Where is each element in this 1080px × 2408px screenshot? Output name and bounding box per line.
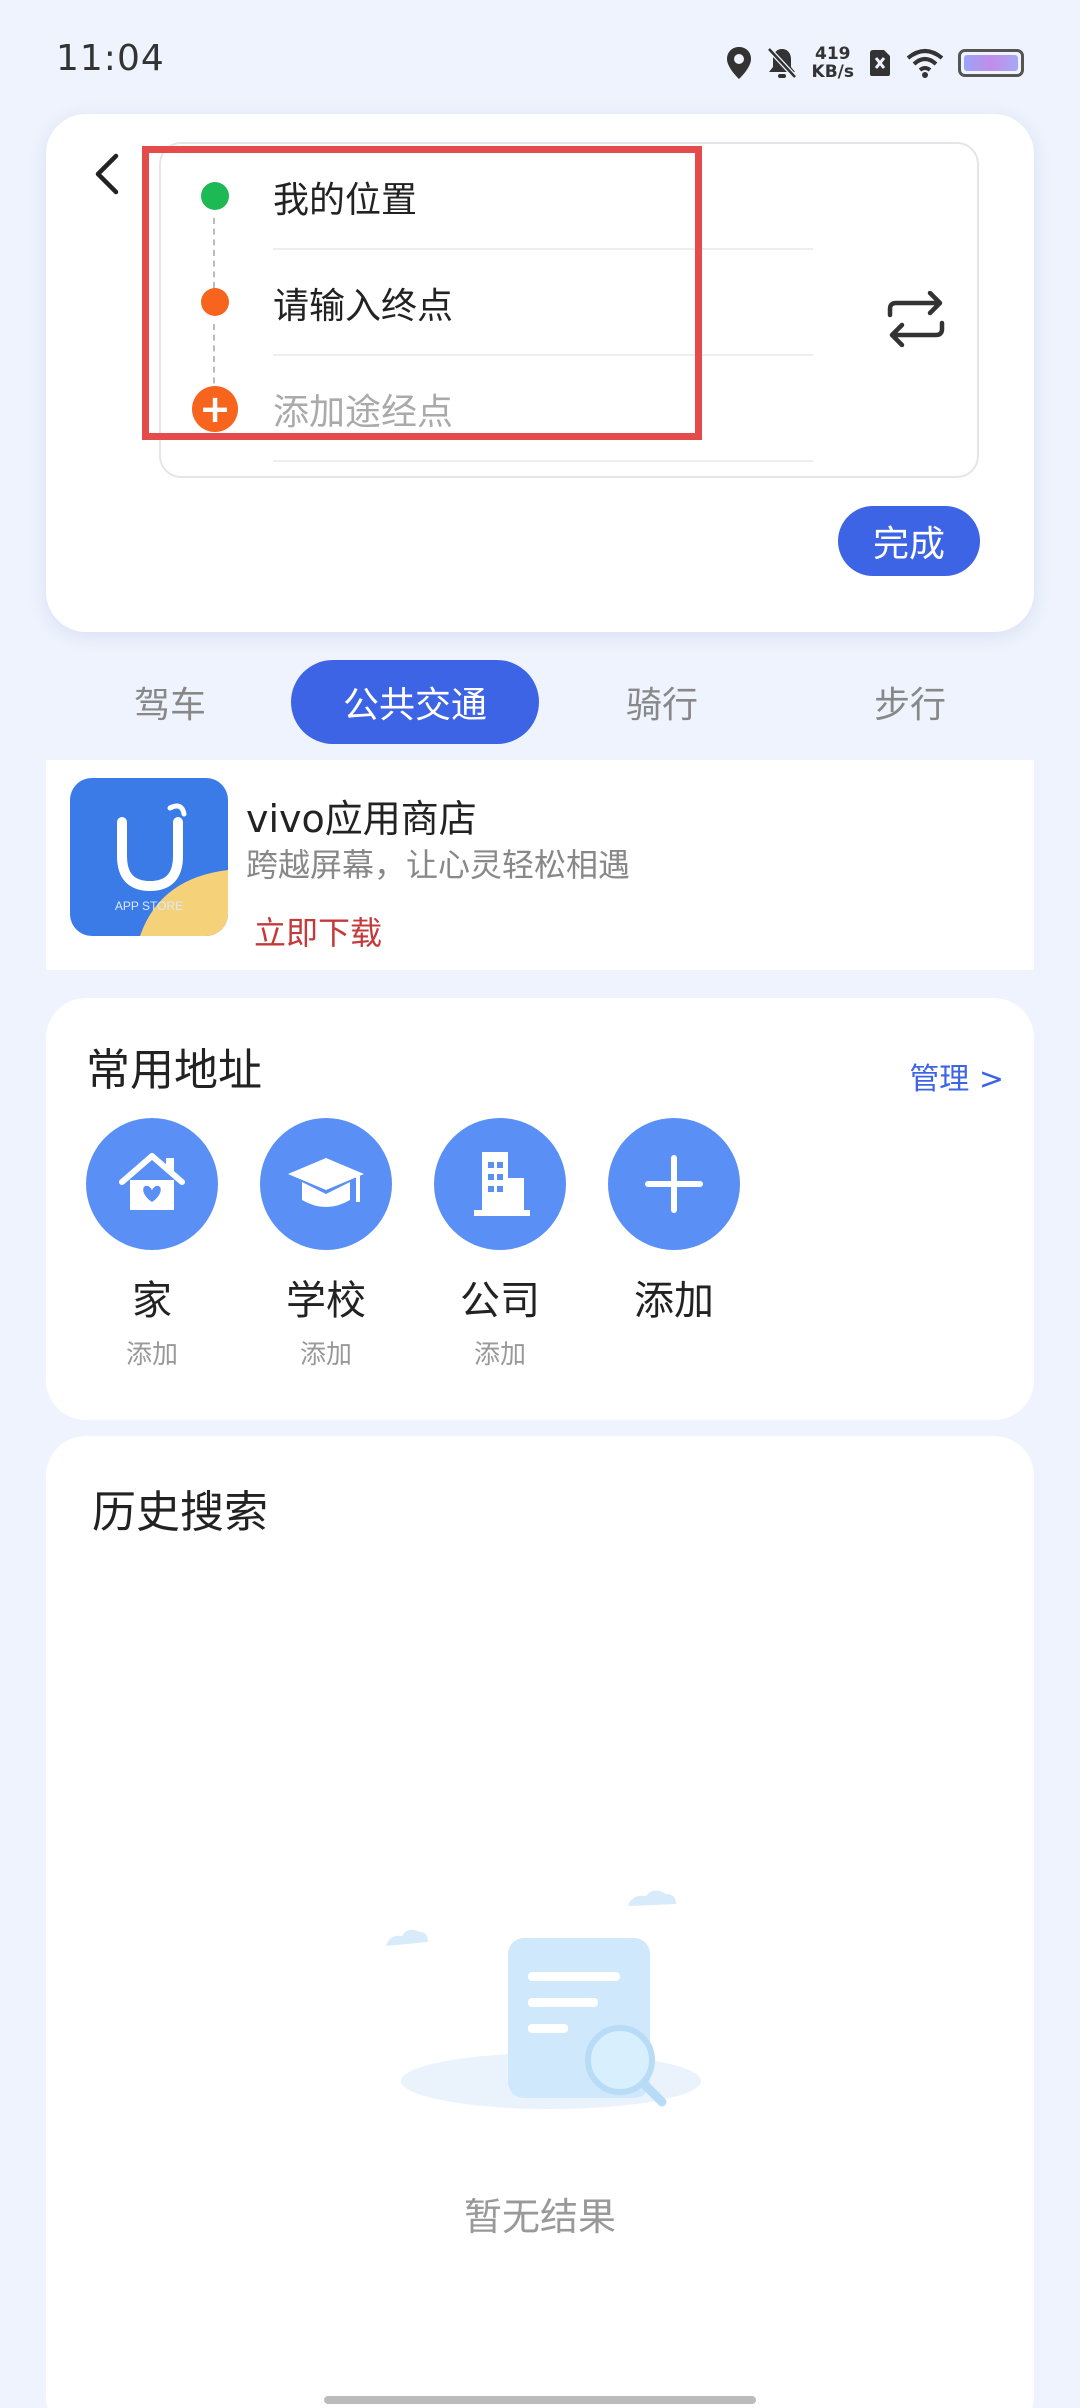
done-button[interactable]: 完成 <box>838 506 980 576</box>
favorite-school[interactable]: 学校 添加 <box>258 1118 394 1371</box>
chevron-left-icon <box>95 153 119 195</box>
cloud-icon <box>386 1929 428 1946</box>
ad-subtitle: 跨越屏幕，让心灵轻松相遇 <box>246 846 631 884</box>
tab-walking[interactable]: 步行 <box>832 660 988 744</box>
bell-muted-icon <box>766 47 797 79</box>
ad-title: vivo应用商店 <box>246 797 477 841</box>
net-speed-value: 419 <box>815 44 851 64</box>
home-icon <box>86 1118 218 1250</box>
battery-fill <box>964 55 1018 71</box>
empty-result-illustration <box>386 1890 701 2109</box>
swap-icon <box>887 291 945 347</box>
favorite-add[interactable]: 添加 <box>606 1118 742 1326</box>
cloud-icon <box>628 1890 676 1906</box>
favorite-home-label: 家 <box>132 1278 172 1324</box>
empty-result-text: 暂无结果 <box>463 2195 616 2239</box>
app-store-logo: APP STORE <box>70 778 228 936</box>
ad-download-link[interactable]: 立即下载 <box>254 908 382 954</box>
wifi-icon <box>906 49 944 78</box>
graduation-cap-icon <box>260 1118 392 1250</box>
manage-link[interactable]: 管理 > <box>909 1054 1004 1098</box>
home-indicator[interactable] <box>324 2396 756 2404</box>
tab-drive[interactable]: 驾车 <box>92 660 248 744</box>
favorite-home[interactable]: 家 添加 <box>84 1118 220 1371</box>
history-card: 历史搜索 暂无结果 <box>46 1436 1034 2408</box>
favorite-company-label: 公司 <box>460 1278 540 1324</box>
route-card: 我的位置 请输入终点 + 添加途经点 完成 <box>46 114 1034 632</box>
swap-route-button[interactable] <box>881 284 951 354</box>
location-icon <box>726 47 751 79</box>
plus-icon <box>608 1118 740 1250</box>
travel-mode-tabs: 驾车 公共交通 骑行 步行 <box>46 660 1034 748</box>
status-icons: 419 KB/s <box>726 40 1024 86</box>
tab-cycling[interactable]: 骑行 <box>584 660 740 744</box>
status-time: 11:04 <box>56 38 165 79</box>
favorite-company[interactable]: 公司 添加 <box>432 1118 568 1371</box>
net-speed: 419 KB/s <box>812 45 854 81</box>
favorite-addresses-card: 常用地址 管理 > 家 添加 学校 添加 公司 添加 添加 <box>46 998 1034 1420</box>
status-bar: 11:04 419 KB/s <box>0 0 1080 120</box>
sim-disabled-icon <box>870 50 890 76</box>
net-speed-unit: KB/s <box>811 62 854 82</box>
battery-icon <box>958 49 1024 77</box>
divider <box>273 460 813 462</box>
favorite-add-label: 添加 <box>634 1278 714 1324</box>
history-title: 历史搜索 <box>92 1487 268 1538</box>
highlight-annotation <box>142 146 702 440</box>
favorites-title: 常用地址 <box>86 1045 262 1096</box>
favorite-home-sub: 添加 <box>125 1340 178 1370</box>
tab-transit[interactable]: 公共交通 <box>291 660 539 744</box>
building-icon <box>434 1118 566 1250</box>
favorite-company-sub: 添加 <box>473 1340 526 1370</box>
back-button[interactable] <box>82 144 132 204</box>
favorite-school-sub: 添加 <box>299 1340 352 1370</box>
app-store-logo-text: APP STORE <box>115 899 183 913</box>
ad-banner[interactable]: APP STORE vivo应用商店 跨越屏幕，让心灵轻松相遇 立即下载 <box>46 760 1034 970</box>
favorite-school-label: 学校 <box>286 1278 366 1324</box>
